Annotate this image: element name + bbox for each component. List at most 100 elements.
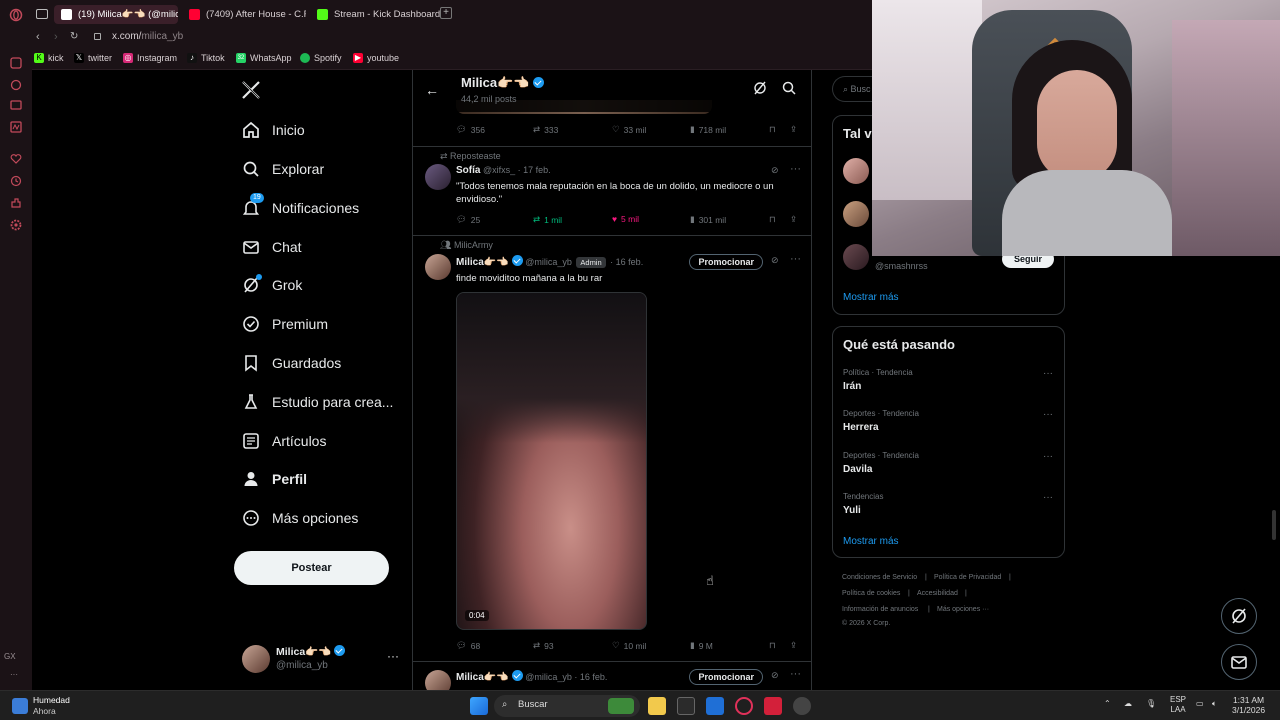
- heart-icon[interactable]: [9, 152, 23, 166]
- language-indicator[interactable]: ESP LAA: [1170, 695, 1186, 715]
- nav-chat[interactable]: Chat: [242, 235, 302, 259]
- author-handle[interactable]: @milica_yb: [525, 672, 572, 682]
- settings-gear-icon[interactable]: [9, 218, 23, 232]
- bookmark-twitter[interactable]: 𝕏twitter: [74, 53, 112, 63]
- messages-float-button[interactable]: [1221, 644, 1257, 680]
- sidebar-icon-4[interactable]: [9, 120, 23, 134]
- tweet-more-icon[interactable]: ···: [790, 163, 801, 175]
- reload-icon[interactable]: ↻: [70, 31, 78, 42]
- tab-youtube[interactable]: (7409) After House - C.R.O: [182, 5, 306, 24]
- bookmark-kick[interactable]: Kkick: [34, 53, 64, 63]
- bookmark-tiktok[interactable]: ♪ Tiktok: [187, 53, 225, 63]
- nav-home[interactable]: Inicio: [242, 118, 305, 142]
- tab-kick[interactable]: Stream - Kick Dashboard: [310, 5, 440, 24]
- author-name[interactable]: Milica👉🏻👈🏻: [456, 672, 509, 683]
- sidebar-icon-2[interactable]: [9, 78, 23, 92]
- footer-accessibility-link[interactable]: Accesibilidad: [917, 590, 958, 597]
- views-button[interactable]: ▮ 9 M: [690, 640, 713, 651]
- app-red-icon[interactable]: [764, 697, 782, 715]
- like-button[interactable]: ♡ 33 mil: [612, 124, 646, 135]
- back-icon[interactable]: ‹: [36, 31, 40, 43]
- opera-gx-icon[interactable]: [735, 697, 753, 715]
- trend-more-icon[interactable]: ···: [1043, 451, 1053, 462]
- author-handle[interactable]: @milica_yb: [525, 257, 572, 267]
- grok-icon[interactable]: ⊘: [771, 165, 779, 176]
- footer-privacy-link[interactable]: Política de Privacidad: [934, 574, 1001, 581]
- promote-button[interactable]: Promocionar: [689, 254, 763, 270]
- store-icon[interactable]: [677, 697, 695, 715]
- scrollbar[interactable]: [1272, 510, 1276, 540]
- author-handle[interactable]: @xifxs_: [483, 165, 515, 175]
- tweet-date[interactable]: · 16 feb.: [610, 257, 643, 267]
- bookmark-button[interactable]: ⊓: [769, 124, 776, 135]
- nav-explore[interactable]: Explorar: [242, 157, 324, 181]
- account-more-icon[interactable]: ···: [387, 649, 399, 663]
- nav-profile[interactable]: Perfil: [242, 467, 307, 491]
- promote-button[interactable]: Promocionar: [689, 669, 763, 685]
- repost-button[interactable]: ⇄ 333: [533, 124, 558, 135]
- app-settings-icon[interactable]: [793, 697, 811, 715]
- avatar[interactable]: [425, 254, 451, 280]
- tab-x-milica[interactable]: (19) Milica👉🏻👈🏻 (@milica_: [54, 5, 178, 24]
- sidebar-more-icon[interactable]: ···: [10, 670, 18, 679]
- footer-cookies-link[interactable]: Política de cookies: [842, 590, 900, 597]
- mic-icon[interactable]: 🎙︎: [1146, 699, 1156, 709]
- bookmark-button[interactable]: ⊓: [769, 640, 776, 651]
- footer-terms-link[interactable]: Condiciones de Servicio: [842, 574, 917, 581]
- footer-more-link[interactable]: Más opciones ···: [937, 606, 989, 613]
- tweet-more-icon[interactable]: ···: [790, 253, 801, 265]
- share-button[interactable]: ⇪: [790, 640, 797, 651]
- workspace-icon[interactable]: [36, 9, 48, 19]
- grok-icon[interactable]: ⊘: [771, 255, 779, 266]
- avatar[interactable]: [425, 670, 451, 690]
- opera-logo-icon[interactable]: [9, 8, 23, 22]
- bookmark-whatsapp[interactable]: 32 WhatsApp: [236, 53, 292, 63]
- avatar[interactable]: [425, 164, 451, 190]
- repost-button[interactable]: ⇄ 1 mil: [533, 214, 562, 225]
- forward-icon[interactable]: ›: [54, 31, 58, 43]
- like-button[interactable]: ♥ 5 mil: [612, 214, 639, 224]
- search-input[interactable]: ⌕ Busc: [832, 76, 872, 102]
- like-button[interactable]: ♡ 10 mil: [612, 640, 646, 651]
- volume-icon[interactable]: 🔈︎: [1212, 699, 1217, 709]
- repost-button[interactable]: ⇄ 93: [533, 640, 554, 651]
- search-icon[interactable]: [782, 81, 796, 95]
- bookmark-spotify[interactable]: Spotify: [300, 53, 342, 63]
- trend-more-icon[interactable]: ···: [1043, 409, 1053, 420]
- sidebar-icon-1[interactable]: [9, 56, 23, 70]
- extensions-icon[interactable]: [9, 196, 23, 210]
- trends-show-more-link[interactable]: Mostrar más: [843, 536, 899, 547]
- trend-item[interactable]: Tendencias Yuli ···: [843, 492, 1055, 522]
- reply-button[interactable]: 💬︎ 356: [456, 124, 485, 135]
- show-more-link[interactable]: Mostrar más: [843, 292, 899, 303]
- sidebar-icon-3[interactable]: [9, 98, 23, 112]
- post-button[interactable]: Postear: [234, 551, 389, 585]
- views-button[interactable]: ▮ 301 mil: [690, 214, 726, 225]
- account-switcher[interactable]: Milica👉🏻👈🏻 @milica_yb ···: [242, 643, 402, 675]
- reply-button[interactable]: 💬︎ 68: [456, 640, 480, 651]
- views-button[interactable]: ▮ 718 mil: [690, 124, 726, 135]
- nav-grok[interactable]: Grok: [242, 273, 302, 297]
- bookmark-instagram[interactable]: ◎ Instagram: [123, 53, 177, 63]
- tweet-more-icon[interactable]: ···: [790, 668, 801, 680]
- author-name[interactable]: Sofía: [456, 165, 480, 176]
- author-name[interactable]: Milica👉🏻👈🏻: [456, 257, 509, 268]
- share-button[interactable]: ⇪: [790, 214, 797, 225]
- back-arrow-icon[interactable]: ←: [425, 82, 439, 98]
- taskbar-search[interactable]: ⌕ Buscar: [494, 695, 640, 717]
- grok-icon[interactable]: [753, 81, 767, 95]
- footer-ads-link[interactable]: Información de anuncios: [842, 606, 918, 613]
- bookmark-youtube[interactable]: ▶ youtube: [353, 53, 399, 63]
- nav-articles[interactable]: Artículos: [242, 429, 326, 453]
- nav-more-options[interactable]: Más opciones: [242, 506, 358, 530]
- bookmark-button[interactable]: ⊓: [769, 214, 776, 225]
- nav-notifications[interactable]: 19 Notificaciones: [242, 193, 359, 220]
- trend-item[interactable]: Deportes · Tendencia Herrera ···: [843, 409, 1055, 439]
- share-button[interactable]: ⇪: [790, 124, 797, 135]
- new-tab-button[interactable]: +: [440, 7, 452, 19]
- trend-more-icon[interactable]: ···: [1043, 492, 1053, 503]
- clock[interactable]: 1:31 AM 3/1/2026: [1232, 695, 1265, 715]
- nav-premium[interactable]: Premium: [242, 312, 328, 336]
- reply-button[interactable]: 💬︎ 25: [456, 214, 480, 225]
- tray-cloud-icon[interactable]: ☁: [1124, 699, 1132, 709]
